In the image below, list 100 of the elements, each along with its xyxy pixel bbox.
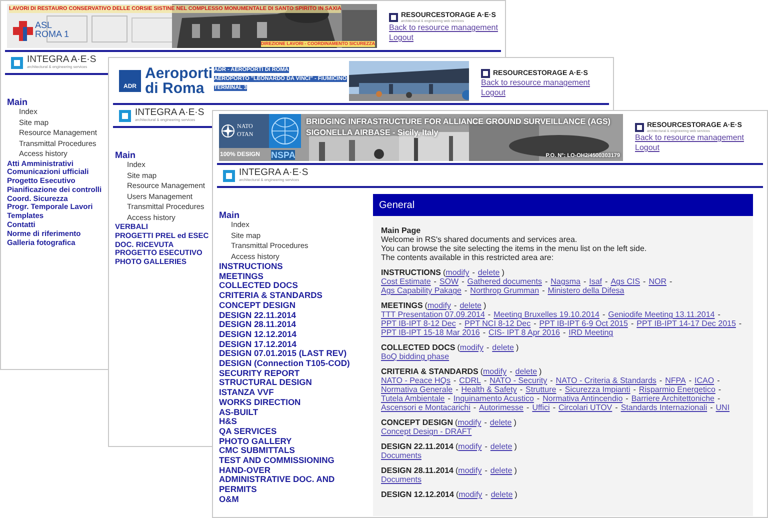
link[interactable]: Documents xyxy=(381,475,422,484)
link[interactable]: Strutture xyxy=(526,385,556,394)
menu-heading[interactable]: Main xyxy=(219,210,240,220)
menu-section[interactable]: ADMINISTRATIVE DOC. AND PERMITS xyxy=(219,475,367,495)
link[interactable]: Documents xyxy=(381,451,422,460)
link[interactable]: PPT IB-IPT 8-12 Dec xyxy=(381,319,456,328)
link[interactable]: PPT NCI 8-12 Dec xyxy=(464,319,531,328)
link[interactable]: SOW xyxy=(439,277,459,286)
menu-section[interactable]: CONCEPT DESIGN xyxy=(219,300,296,311)
link[interactable]: Ministero della Difesa xyxy=(548,286,624,295)
link[interactable]: delete xyxy=(490,490,513,499)
link[interactable]: Back to resource management xyxy=(389,23,498,33)
link[interactable]: Northrop Grumman xyxy=(470,286,540,295)
link[interactable]: modify xyxy=(427,301,452,310)
menu-section[interactable]: STRUCTURAL DESIGN xyxy=(219,378,312,388)
link[interactable]: Inquinamento Acustico xyxy=(453,394,534,403)
menu-section[interactable]: DESIGN (Connection T105-COD) xyxy=(219,359,350,369)
section-title: CRITERIA & STANDARDS xyxy=(381,367,478,376)
link[interactable]: delete xyxy=(490,418,512,427)
link[interactable]: Logout xyxy=(635,143,660,153)
link[interactable]: modify xyxy=(458,418,482,427)
link[interactable]: NFPA xyxy=(665,376,686,385)
separator-text: - xyxy=(669,277,672,286)
separator-text: - xyxy=(454,376,456,385)
menu-section[interactable]: PHOTO GALLERY xyxy=(219,436,292,446)
paren-text: ( xyxy=(456,466,458,475)
link[interactable]: modify xyxy=(483,367,507,376)
link[interactable]: BoQ bidding phase xyxy=(381,352,450,361)
link[interactable]: Health & Safety xyxy=(461,385,517,394)
link[interactable]: delete xyxy=(490,442,512,451)
link[interactable]: CDRL xyxy=(459,376,481,385)
link[interactable]: Nagsma xyxy=(550,277,580,286)
link[interactable]: modify xyxy=(458,490,482,499)
link[interactable]: delete xyxy=(515,367,538,376)
menu-section[interactable]: DESIGN 28.11.2014 xyxy=(219,320,296,330)
link[interactable]: TTT Presentation 07.09.2014 xyxy=(381,310,485,319)
menu-section[interactable]: SECURITY REPORT xyxy=(219,368,300,378)
menu-section[interactable]: DESIGN 17.12.2014 xyxy=(219,340,296,350)
link[interactable]: Uffici xyxy=(532,403,550,412)
link[interactable]: Back to resource management xyxy=(635,133,744,143)
link[interactable]: Barriere Architettoniche xyxy=(631,394,714,403)
menu-section[interactable]: O&M xyxy=(219,494,239,505)
link[interactable]: Standards Internazionali xyxy=(620,403,708,412)
menu-heading[interactable]: Main xyxy=(7,97,28,107)
link[interactable]: PPT IB-IPT 6-9 Oct 2015 xyxy=(539,319,628,328)
link[interactable]: UNI xyxy=(716,403,730,412)
link[interactable]: Sicurezza Impianti xyxy=(564,385,630,394)
link[interactable]: NATO - Criteria & Standards xyxy=(556,376,656,385)
link[interactable]: Cost Estimate xyxy=(381,277,431,286)
link[interactable]: Logout xyxy=(389,33,414,43)
menu-section[interactable]: ISTANZA VVF xyxy=(219,388,274,398)
link[interactable]: NOR xyxy=(648,277,666,286)
menu-section[interactable]: MEETINGS xyxy=(219,272,264,282)
link[interactable]: Autorimesse xyxy=(479,403,524,412)
link[interactable]: delete xyxy=(478,268,500,277)
link[interactable]: delete xyxy=(490,466,512,475)
menu-section[interactable]: DESIGN 07.01.2015 (LAST REV) xyxy=(219,349,347,360)
link[interactable]: modify xyxy=(458,466,482,475)
menu-section[interactable]: DESIGN 12.12.2014 xyxy=(219,330,296,340)
menu-section[interactable]: CMC SUBMITTALS xyxy=(219,446,295,456)
menu-section[interactable]: CRITERIA & STANDARDS xyxy=(219,291,322,301)
link[interactable]: delete xyxy=(492,343,514,352)
menu-section[interactable]: H&S xyxy=(219,417,237,427)
link[interactable]: Back to resource management xyxy=(481,78,590,88)
link[interactable]: Gathered documents xyxy=(467,277,542,286)
menu-section[interactable]: AS-BUILT xyxy=(219,408,258,418)
link[interactable]: Circolari UTOV xyxy=(558,403,612,412)
link[interactable]: PPT IB-IPT 14-17 Dec 2015 xyxy=(636,319,736,328)
link[interactable]: Tutela Ambientale xyxy=(381,394,445,403)
link[interactable]: Normativa Antincendio xyxy=(542,394,623,403)
link[interactable]: ICAO xyxy=(694,376,714,385)
link[interactable]: NATO - Peace HQs xyxy=(381,376,450,385)
link[interactable]: Ags Capability Pakage xyxy=(381,286,462,295)
cross-icon xyxy=(13,21,33,41)
menu-section[interactable]: DESIGN 22.11.2014 xyxy=(219,310,296,320)
link[interactable]: Normativa Generale xyxy=(381,385,453,394)
link[interactable]: NATO - Security xyxy=(490,376,548,385)
link[interactable]: Risparmio Energetico xyxy=(638,385,716,394)
menu-section[interactable]: INSTRUCTIONS xyxy=(219,262,283,272)
link[interactable]: delete xyxy=(460,301,482,310)
link[interactable]: Meeting Bruxelles 19.10.2014 xyxy=(494,310,600,319)
menu-section[interactable]: WORKS DIRECTION xyxy=(219,398,301,408)
link[interactable]: IRD Meeting xyxy=(568,328,614,337)
link[interactable]: Logout xyxy=(481,88,506,98)
menu-section[interactable]: TEST AND COMMISSIONING xyxy=(219,456,334,466)
link[interactable]: Concept Design - DRAFT xyxy=(381,427,472,436)
link[interactable]: modify xyxy=(446,268,470,277)
link[interactable]: PPT IB-IPT 15-18 Mar 2016 xyxy=(381,328,480,337)
menu-section[interactable]: QA SERVICES xyxy=(219,426,277,437)
link[interactable]: modify xyxy=(458,442,482,451)
link[interactable]: Ags CIS xyxy=(610,277,640,286)
menu-section[interactable]: HAND-OVER xyxy=(219,466,270,476)
link[interactable]: Ascensori e Montacarichi xyxy=(381,403,470,412)
logo-text: Aeroporti xyxy=(145,66,212,81)
menu-heading[interactable]: Main xyxy=(115,150,136,160)
link[interactable]: Geniodife Meeting 13.11.2014 xyxy=(608,310,715,319)
link[interactable]: Isaf xyxy=(589,277,602,286)
link[interactable]: modify xyxy=(460,343,484,352)
menu-section[interactable]: COLLECTED DOCS xyxy=(219,281,298,292)
link[interactable]: CIS- IPT 8 Apr 2016 xyxy=(488,328,560,337)
